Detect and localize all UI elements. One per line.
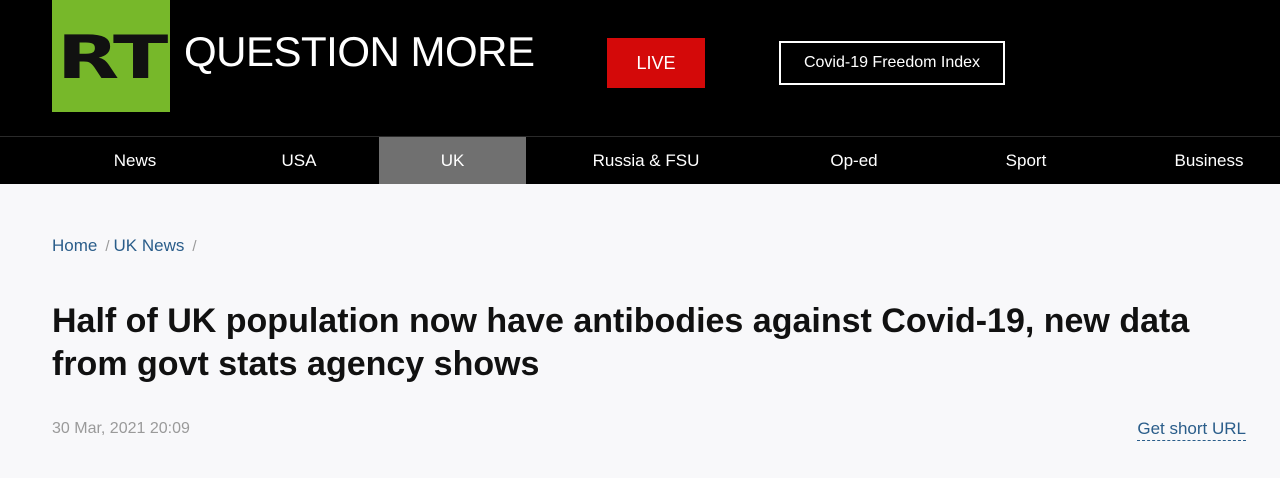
nav-item-russia-fsu[interactable]: Russia & FSU: [566, 137, 726, 184]
breadcrumb-separator: /: [192, 238, 197, 255]
article-title: Half of UK population now have antibodie…: [52, 302, 1190, 383]
site-tagline: QUESTION MORE: [184, 28, 535, 75]
main-nav: News USA UK Russia & FSU Op-ed Sport Bus…: [0, 136, 1280, 184]
nav-item-sport[interactable]: Sport: [962, 137, 1090, 184]
article-timestamp: 30 Mar, 2021 20:09: [52, 420, 190, 437]
get-short-url-link[interactable]: Get short URL: [1137, 418, 1246, 441]
breadcrumb-uk-news[interactable]: UK News: [114, 236, 185, 255]
nav-item-business[interactable]: Business: [1160, 137, 1258, 184]
nav-item-news[interactable]: News: [72, 137, 198, 184]
site-header: RT QUESTION MORE LIVE Covid-19 Freedom I…: [0, 0, 1280, 136]
freedom-index-button[interactable]: Covid-19 Freedom Index: [779, 41, 1005, 85]
live-button[interactable]: LIVE: [607, 38, 705, 88]
breadcrumb-separator: /: [105, 238, 110, 255]
nav-item-uk[interactable]: UK: [379, 137, 526, 184]
rt-logo[interactable]: RT: [52, 0, 170, 112]
nav-item-op-ed[interactable]: Op-ed: [790, 137, 918, 184]
logo-text: RT: [56, 23, 168, 93]
breadcrumb-home[interactable]: Home: [52, 236, 97, 255]
breadcrumb: Home / UK News /: [52, 236, 201, 256]
nav-item-usa[interactable]: USA: [236, 137, 362, 184]
